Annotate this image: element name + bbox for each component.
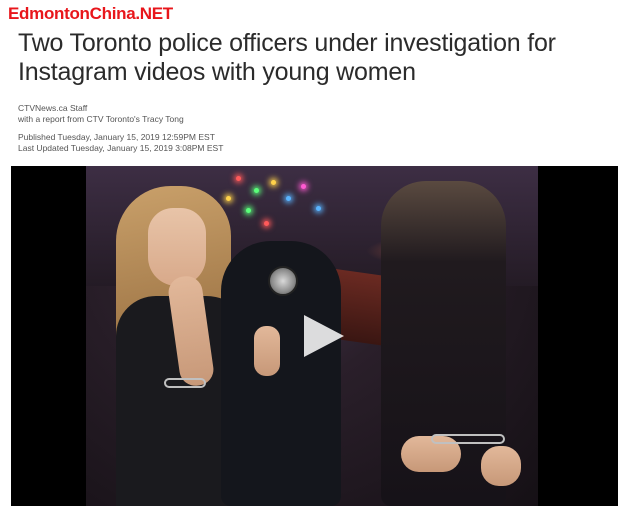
handcuff-icon-2 bbox=[431, 434, 505, 444]
raised-hand bbox=[254, 326, 280, 376]
woman-face bbox=[148, 208, 206, 286]
play-button[interactable] bbox=[296, 311, 346, 361]
article-headline: Two Toronto police officers under invest… bbox=[18, 29, 556, 86]
byline: CTVNews.ca Staff with a report from CTV … bbox=[18, 103, 184, 125]
updated-date: Last Updated Tuesday, January 15, 2019 3… bbox=[18, 143, 224, 153]
byline-report: with a report from CTV Toronto's Tracy T… bbox=[18, 114, 184, 124]
second-woman-hand-right bbox=[481, 446, 521, 486]
police-badge-icon bbox=[268, 266, 298, 296]
published-date: Published Tuesday, January 15, 2019 12:5… bbox=[18, 132, 215, 142]
byline-author: CTVNews.ca Staff bbox=[18, 103, 88, 113]
play-icon bbox=[304, 315, 344, 357]
video-player[interactable] bbox=[11, 166, 618, 506]
watermark-logo: EdmontonChina.NET bbox=[8, 4, 173, 23]
article-dates: Published Tuesday, January 15, 2019 12:5… bbox=[18, 132, 223, 154]
handcuff-icon bbox=[164, 378, 206, 388]
